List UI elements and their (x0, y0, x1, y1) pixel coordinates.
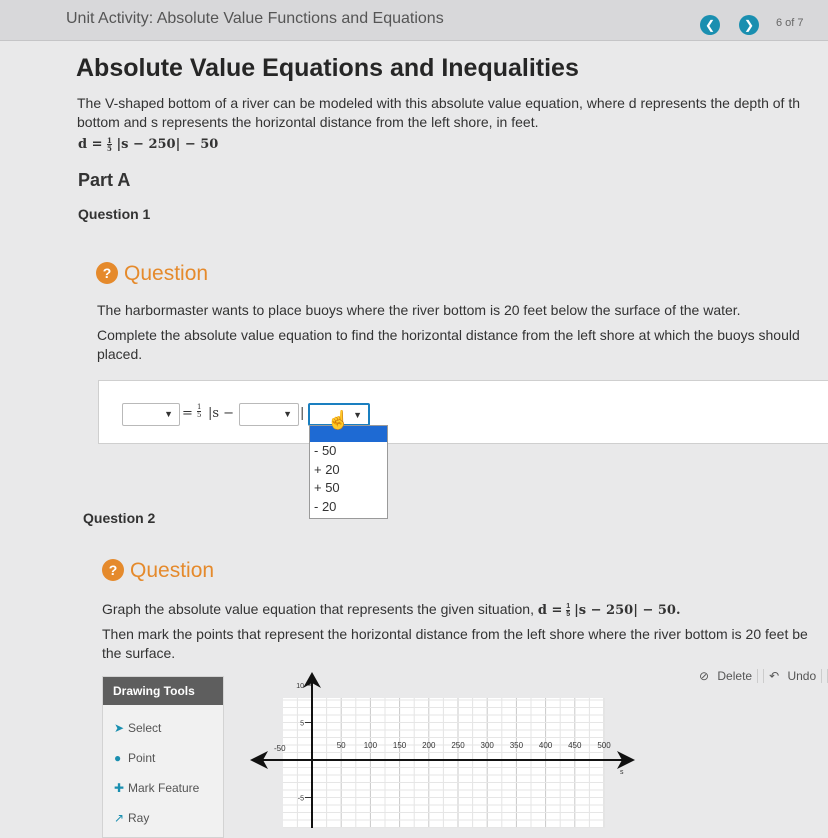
chevron-right-icon[interactable]: ❯ (739, 15, 759, 35)
drawing-tools-title: Drawing Tools (103, 677, 223, 705)
part-label: Part A (78, 170, 131, 190)
tool-point[interactable]: ● Point (114, 751, 155, 765)
caret-down-icon: ▼ (283, 409, 292, 419)
dropdown-option[interactable]: - 50 (310, 442, 387, 461)
question-2-line-1: Graph the absolute value equation that r… (102, 600, 828, 620)
question-2-fraction-numerator: 1 (566, 602, 571, 610)
x-tick-label: 250 (451, 741, 465, 750)
top-bar: Unit Activity: Absolute Value Functions … (0, 0, 828, 41)
equation-rhs: |s − 250| − 50 (116, 137, 219, 152)
question-1-label: Question 1 (78, 206, 151, 222)
answer-abs-close: | (300, 406, 305, 421)
answer-fraction: 15 (197, 403, 202, 419)
question-1-line-2: Complete the absolute value equation to … (97, 327, 800, 343)
question-2-line-3: the surface. (102, 645, 176, 661)
unit-title: Unit Activity: Absolute Value Functions … (66, 10, 444, 27)
question-2-line-2: Then mark the points that represent the … (102, 626, 808, 642)
x-axis-label: s (620, 769, 624, 776)
caret-down-icon: ▼ (164, 409, 173, 419)
subtract-dropdown[interactable]: ▼ (239, 403, 299, 426)
intro-line-1: The V-shaped bottom of a river can be mo… (77, 95, 801, 111)
question-1-text: The harbormaster wants to place buoys wh… (97, 301, 828, 364)
question-2-eq-rhs: |s − 250| − 50. (574, 603, 681, 618)
pointer-icon: ➤ (114, 721, 125, 735)
question-2-label: Question 2 (83, 510, 156, 526)
y-tick-label: 10 (296, 683, 304, 690)
dropdown-option[interactable]: - 20 (310, 498, 387, 517)
x-tick-label: -50 (274, 744, 286, 753)
coordinate-grid[interactable]: -5050100150200250300350400450500105-5-10… (230, 668, 650, 828)
intro-line-2: bottom and s represents the horizontal d… (77, 114, 539, 130)
tool-ray[interactable]: ↗ Ray (114, 811, 149, 825)
x-tick-label: 500 (597, 741, 611, 750)
tool-mark-feature[interactable]: ✚ Mark Feature (114, 781, 199, 795)
x-tick-label: 150 (393, 741, 407, 750)
question-1-line-1: The harbormaster wants to place buoys wh… (97, 302, 741, 318)
dot-icon: ● (114, 751, 122, 765)
ray-icon: ↗ (114, 811, 125, 825)
x-tick-label: 50 (337, 741, 346, 750)
tool-select[interactable]: ➤ Select (114, 721, 161, 735)
plus-icon: ✚ (114, 781, 125, 795)
answer-equals: = (182, 406, 193, 421)
delete-label: Delete (712, 669, 759, 683)
question-mark-icon: ? (96, 262, 118, 284)
y-tick-label: -5 (298, 796, 304, 803)
lhs-dropdown[interactable]: ▼ (122, 403, 180, 426)
x-tick-label: 350 (510, 741, 524, 750)
equation-lhs: d = (78, 137, 103, 152)
graph-actions: ⊘ Delete↶ Undo↻ R (694, 669, 828, 683)
dropdown-menu: - 50 + 20 + 50 - 20 (309, 425, 388, 519)
intro-text: The V-shaped bottom of a river can be mo… (77, 94, 828, 132)
dropdown-option[interactable]: + 20 (310, 461, 387, 480)
question-2-badge-text: Question (130, 559, 215, 582)
question-2-line-1-text: Graph the absolute value equation that r… (102, 601, 534, 617)
question-mark-icon: ? (102, 559, 124, 581)
chevron-left-icon[interactable]: ❮ (700, 15, 720, 35)
grid-background (283, 698, 605, 828)
tool-ray-label: Ray (128, 811, 150, 825)
undo-label: Undo (782, 669, 823, 683)
answer-fraction-stack: 15 (197, 403, 202, 419)
tool-mark-feature-label: Mark Feature (128, 781, 200, 795)
y-tick-label: 5 (300, 721, 304, 728)
fraction-denominator: 5 (107, 144, 112, 153)
drawing-tools-panel: Drawing Tools ➤ Select ● Point ✚ Mark Featu… (102, 676, 224, 838)
caret-down-icon: ▼ (353, 410, 362, 420)
question-1-badge: ? Question (96, 262, 208, 286)
x-tick-label: 200 (422, 741, 436, 750)
x-tick-label: 100 (364, 741, 378, 750)
answer-fraction-numerator: 1 (197, 403, 202, 411)
answer-abs-open: |s − (208, 406, 235, 421)
undo-button[interactable]: ↶ Undo (764, 669, 828, 683)
river-equation: d = 15 |s − 250| − 50 (78, 137, 218, 152)
question-2-eq-lhs: d = (537, 603, 563, 618)
question-2-eq-fraction: 15 (566, 602, 571, 618)
x-tick-label: 300 (481, 741, 495, 750)
question-1-badge-text: Question (124, 262, 209, 285)
tool-select-label: Select (128, 721, 162, 735)
answer-fraction-denominator: 5 (197, 411, 202, 419)
delete-button[interactable]: ⊘ Delete (694, 669, 765, 683)
page-title: Absolute Value Equations and Inequalitie… (76, 54, 579, 82)
question-2-text: Graph the absolute value equation that r… (102, 600, 828, 663)
x-tick-label: 450 (568, 741, 582, 750)
hand-cursor-icon: ☝ (327, 410, 350, 430)
question-1-line-3: placed. (97, 346, 143, 362)
dropdown-option[interactable]: + 50 (310, 479, 387, 498)
x-tick-label: 400 (539, 741, 553, 750)
tool-point-label: Point (128, 751, 156, 765)
question-2-badge: ? Question (102, 559, 214, 583)
question-2-fraction-denominator: 5 (566, 609, 571, 618)
equation-fraction: 15 (107, 137, 112, 152)
page-counter: 6 of 7 (776, 17, 804, 29)
